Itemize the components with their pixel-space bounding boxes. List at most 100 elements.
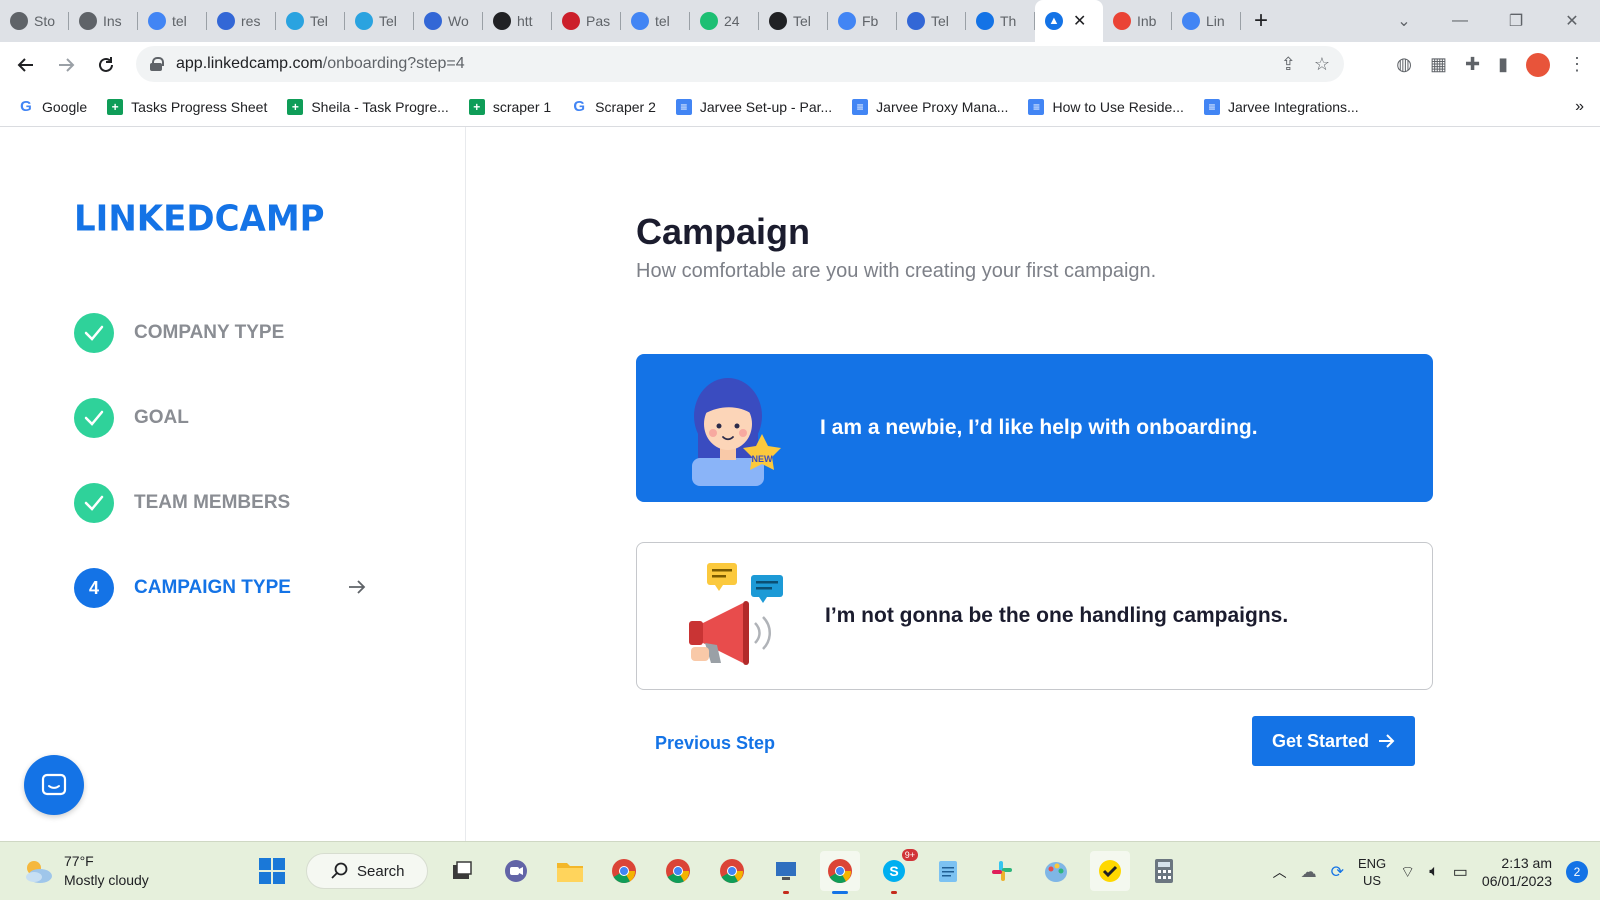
browser-tab-0[interactable]: Sto bbox=[0, 0, 69, 42]
bookmark-item[interactable]: ≡ How to Use Reside... bbox=[1028, 98, 1184, 115]
taskbar-search[interactable]: Search bbox=[306, 853, 428, 889]
svg-text:S: S bbox=[889, 863, 898, 879]
forward-button[interactable] bbox=[46, 45, 86, 85]
bookmark-item[interactable]: ≡ Jarvee Integrations... bbox=[1203, 98, 1359, 115]
previous-step-link[interactable]: Previous Step bbox=[655, 733, 775, 754]
browser-tab-12[interactable]: Fb bbox=[828, 0, 897, 42]
bookmark-item[interactable]: + Sheila - Task Progre... bbox=[287, 98, 449, 115]
option-newbie[interactable]: NEW I am a newbie, I’d like help with on… bbox=[636, 354, 1433, 502]
browser-tab-7[interactable]: htt bbox=[483, 0, 552, 42]
puzzle-extensions-icon[interactable]: ✚ bbox=[1465, 54, 1480, 75]
bookmark-item[interactable]: + Tasks Progress Sheet bbox=[107, 98, 267, 115]
onboarding-steps: COMPANY TYPE GOAL TEAM MEMBERS 4 CAMPAIG… bbox=[74, 313, 374, 653]
notepad-icon[interactable] bbox=[928, 851, 968, 891]
wifi-icon[interactable]: ⌔ bbox=[1400, 862, 1415, 882]
slack-icon[interactable] bbox=[982, 851, 1022, 891]
step-campaign-type[interactable]: 4 CAMPAIGN TYPE bbox=[74, 568, 374, 608]
browser-tab-13[interactable]: Tel bbox=[897, 0, 966, 42]
tab-search-icon[interactable]: ⌄ bbox=[1376, 11, 1432, 31]
globe-extension-icon[interactable]: ◍ bbox=[1396, 54, 1412, 75]
browser-tab-4[interactable]: Tel bbox=[276, 0, 345, 42]
browser-tab-11[interactable]: Tel bbox=[759, 0, 828, 42]
skype-icon[interactable]: S 9+ bbox=[874, 849, 918, 894]
windows-start-icon[interactable] bbox=[252, 851, 292, 891]
ghost-icon bbox=[10, 12, 28, 30]
tab-active-linkedcamp[interactable]: ▲ ✕ bbox=[1035, 0, 1103, 42]
volume-icon[interactable]: 🔈︎ bbox=[1429, 863, 1439, 881]
browser-tab-6[interactable]: Wo bbox=[414, 0, 483, 42]
bookmark-item[interactable]: + scraper 1 bbox=[468, 98, 551, 115]
calculator-icon[interactable] bbox=[1144, 851, 1184, 891]
menu-dots-icon[interactable]: ⋮ bbox=[1568, 54, 1586, 75]
bookmark-item[interactable]: ≡ Jarvee Proxy Mana... bbox=[852, 98, 1008, 115]
tab-title: Inb bbox=[1137, 13, 1157, 29]
new-tab-button[interactable]: + bbox=[1241, 0, 1281, 42]
reload-button[interactable] bbox=[86, 45, 126, 85]
browser-tab-5[interactable]: Tel bbox=[345, 0, 414, 42]
tab-title: Tel bbox=[379, 13, 397, 29]
lock-icon bbox=[150, 57, 164, 71]
browser-tab-2[interactable]: tel bbox=[138, 0, 207, 42]
address-bar[interactable]: app.linkedcamp.com/onboarding?step=4 ⇪ ☆ bbox=[136, 46, 1344, 82]
page-title: Campaign bbox=[636, 211, 811, 252]
sync-icon[interactable]: ⟳ bbox=[1331, 862, 1344, 882]
option-not-handling[interactable]: I’m not gonna be the one handling campai… bbox=[636, 542, 1433, 690]
side-panel-icon[interactable]: ▮ bbox=[1498, 54, 1508, 75]
rocket-icon bbox=[976, 12, 994, 30]
browser-tab-9[interactable]: tel bbox=[621, 0, 690, 42]
taskbar-apps: Search S 9+ bbox=[252, 849, 1184, 894]
step-team-members[interactable]: TEAM MEMBERS bbox=[74, 483, 374, 523]
paint-icon[interactable] bbox=[1036, 851, 1076, 891]
profile-avatar[interactable] bbox=[1526, 52, 1550, 77]
close-tab-icon[interactable]: ✕ bbox=[1073, 11, 1086, 31]
notification-count[interactable]: 2 bbox=[1566, 860, 1588, 883]
tab-title: 24 bbox=[724, 13, 740, 29]
telegram-icon bbox=[286, 12, 304, 30]
step-goal[interactable]: GOAL bbox=[74, 398, 374, 438]
chrome-profile-3-icon[interactable] bbox=[712, 851, 752, 891]
language-indicator[interactable]: ENG US bbox=[1358, 855, 1386, 889]
linkedcamp-logo[interactable]: LINKEDCAMP bbox=[74, 198, 325, 240]
remote-desktop-icon[interactable] bbox=[766, 851, 806, 894]
battery-icon[interactable]: ▭ bbox=[1453, 862, 1468, 882]
tab-title: res bbox=[241, 13, 261, 29]
minimize-button[interactable]: — bbox=[1432, 12, 1488, 30]
qr-extension-icon[interactable]: ▦ bbox=[1430, 54, 1447, 75]
bookmark-star-icon[interactable]: ☆ bbox=[1314, 54, 1330, 75]
browser-tab-8[interactable]: Pas bbox=[552, 0, 621, 42]
task-view-icon[interactable] bbox=[442, 851, 482, 891]
browser-tab-trailing-0[interactable]: Inb bbox=[1103, 0, 1172, 42]
clock[interactable]: 2:13 am 06/01/2023 bbox=[1482, 854, 1552, 890]
search-icon bbox=[331, 862, 348, 879]
chrome-profile-1-icon[interactable] bbox=[604, 851, 644, 891]
more-bookmarks-icon[interactable]: » bbox=[1575, 98, 1584, 116]
browser-tab-1[interactable]: Ins bbox=[69, 0, 138, 42]
bookmarks-bar: G Google + Tasks Progress Sheet + Sheila - Ta… bbox=[0, 87, 1600, 127]
get-started-button[interactable]: Get Started bbox=[1252, 716, 1415, 766]
chevron-up-icon[interactable]: ︿ bbox=[1273, 862, 1287, 882]
chat-support-button[interactable] bbox=[24, 755, 84, 815]
restore-button[interactable]: ❐ bbox=[1488, 11, 1544, 31]
step-company-type[interactable]: COMPANY TYPE bbox=[74, 313, 374, 353]
arrow-right-icon bbox=[1379, 734, 1395, 748]
browser-tab-trailing-1[interactable]: Lin bbox=[1172, 0, 1241, 42]
share-icon[interactable]: ⇪ bbox=[1281, 54, 1296, 75]
close-window-button[interactable]: ✕ bbox=[1544, 11, 1600, 31]
back-button[interactable] bbox=[6, 45, 46, 85]
ghost-icon bbox=[79, 12, 97, 30]
sheets-icon: + bbox=[468, 98, 485, 115]
onedrive-error-icon[interactable]: ☁ bbox=[1301, 862, 1317, 882]
bookmark-item[interactable]: G Scraper 2 bbox=[571, 98, 656, 115]
chrome-profile-2-icon[interactable] bbox=[658, 851, 698, 891]
browser-tab-3[interactable]: res bbox=[207, 0, 276, 42]
bookmark-item[interactable]: G Google bbox=[18, 98, 87, 115]
bookmark-label: Sheila - Task Progre... bbox=[311, 98, 449, 115]
weather-widget[interactable]: 77°F Mostly cloudy bbox=[22, 852, 149, 890]
browser-tab-10[interactable]: 24 bbox=[690, 0, 759, 42]
norton-icon[interactable] bbox=[1090, 851, 1130, 891]
chrome-active-icon[interactable] bbox=[820, 851, 860, 894]
browser-tab-14[interactable]: Th bbox=[966, 0, 1035, 42]
file-explorer-icon[interactable] bbox=[550, 851, 590, 891]
bookmark-item[interactable]: ≡ Jarvee Set-up - Par... bbox=[675, 98, 832, 115]
teams-chat-icon[interactable] bbox=[496, 851, 536, 891]
